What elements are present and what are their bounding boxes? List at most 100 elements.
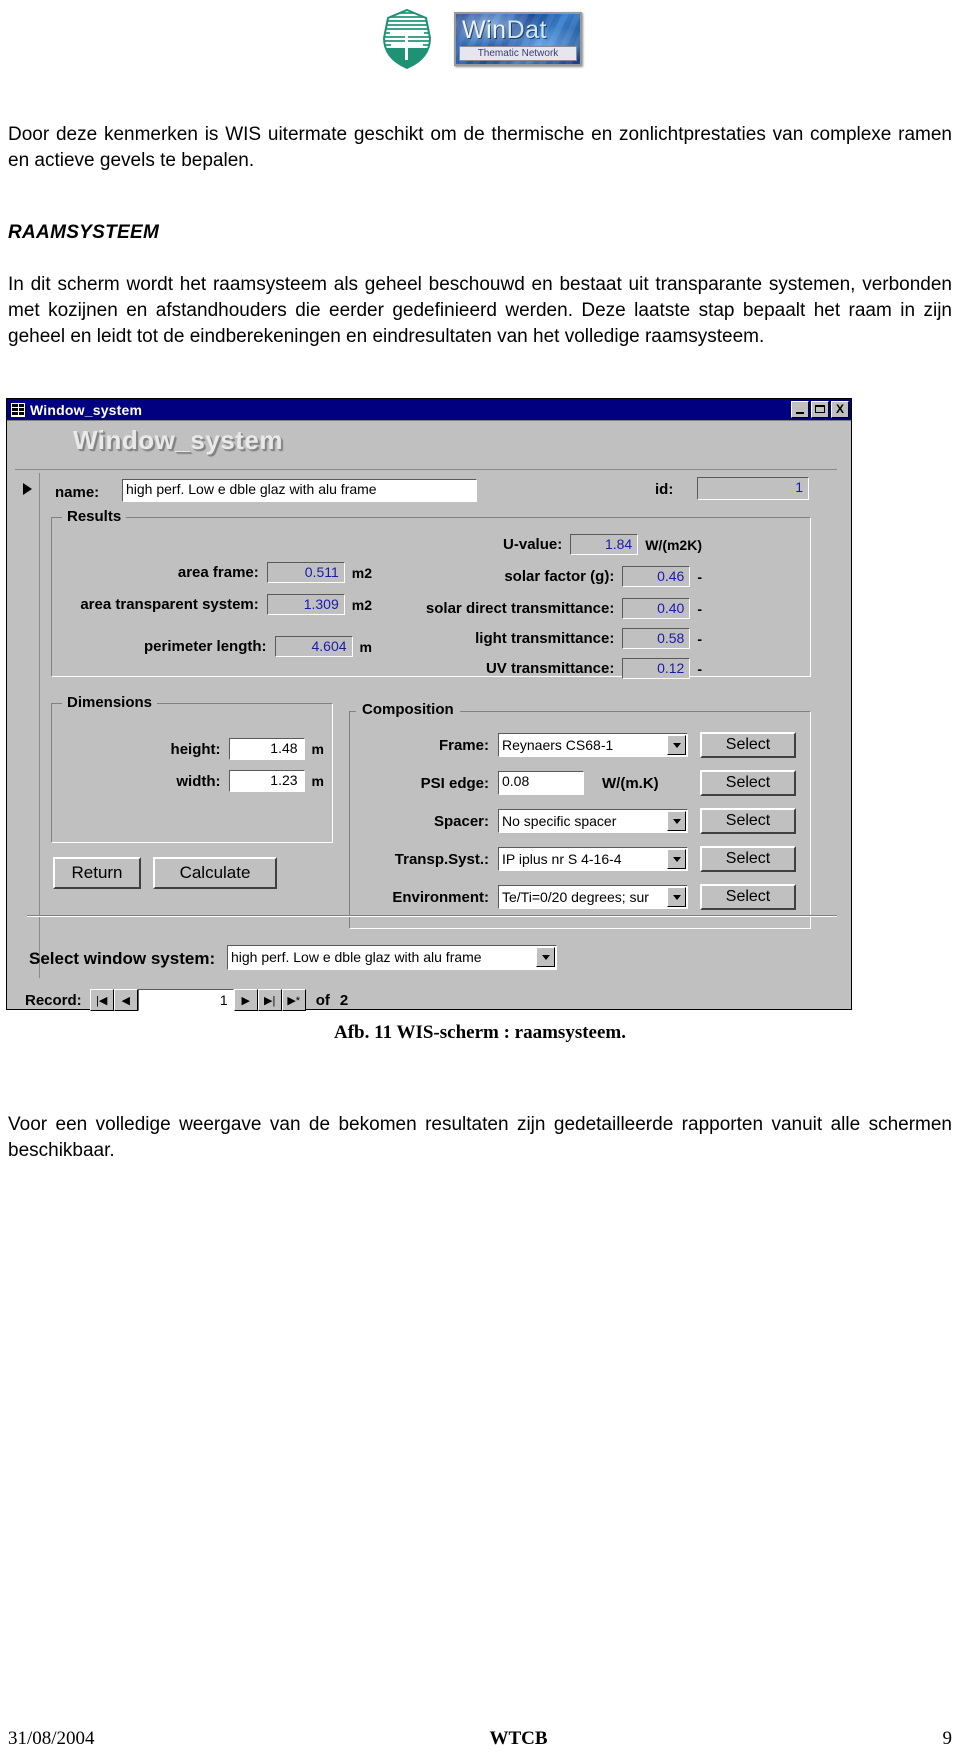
result-value: 4.604 [274, 636, 353, 657]
window-title: Window_system [30, 401, 143, 418]
record-total: 2 [339, 991, 349, 1009]
dimension-unit: m [311, 741, 324, 757]
select-spacer-button[interactable]: Select [700, 808, 796, 834]
result-row-solar-factor: solar factor (g): 0.46 - [382, 566, 702, 587]
environment-combobox[interactable]: Te/Ti=0/20 degrees; sur [498, 885, 688, 909]
result-label: solar direct transmittance: [425, 600, 615, 617]
name-input[interactable]: high perf. Low e dble glaz with alu fram… [122, 479, 477, 502]
form-title: Window_system [73, 425, 283, 455]
previous-record-button[interactable]: ◀ [113, 989, 138, 1011]
window-controls: X [791, 401, 849, 418]
minimize-button[interactable] [791, 401, 809, 418]
windat-logo: WinDat Thematic Network [454, 12, 582, 66]
width-input[interactable]: 1.23 [228, 770, 305, 792]
page-logo-header: WinDat Thematic Network [0, 8, 960, 70]
result-unit: m [359, 638, 372, 655]
id-value: 1 [697, 477, 809, 500]
result-row-light-transmittance: light transmittance: 0.58 - [382, 628, 702, 649]
result-value: 0.40 [622, 598, 691, 619]
result-value: 1.84 [570, 534, 639, 555]
result-label: U-value: [503, 536, 563, 553]
spacer-combobox[interactable]: No specific spacer [498, 809, 688, 833]
height-input[interactable]: 1.48 [228, 738, 305, 760]
last-record-button[interactable]: ▶| [257, 989, 282, 1011]
dimension-unit: m [311, 773, 324, 789]
window-system-application-window: Window_system X Window_system name: high… [6, 398, 852, 1011]
figure-caption: Afb. 11 WIS-scherm : raamsysteem. [334, 1022, 626, 1043]
chevron-down-icon[interactable] [667, 849, 686, 869]
composition-label: Transp.Syst.: [394, 850, 489, 868]
transparent-system-combobox-value: IP iplus nr S 4-16-4 [502, 851, 622, 867]
chevron-down-icon[interactable] [667, 811, 686, 831]
psi-edge-unit: W/(m.K) [602, 774, 659, 792]
result-value: 0.46 [622, 566, 691, 587]
result-row-area-frame: area frame: 0.511 m2 [62, 562, 372, 583]
record-number-input[interactable]: 1 [137, 989, 234, 1011]
transparent-system-combobox[interactable]: IP iplus nr S 4-16-4 [498, 847, 688, 871]
result-value: 0.12 [622, 658, 691, 679]
frame-combobox-value: Reynaers CS68-1 [502, 737, 614, 753]
chevron-down-icon[interactable] [536, 947, 555, 967]
close-button[interactable]: X [831, 401, 849, 418]
composition-row-psi-edge: PSI edge: 0.08 W/(m.K) Select [350, 770, 810, 796]
composition-label: Environment: [392, 888, 489, 906]
psi-edge-input[interactable]: 0.08 [498, 771, 584, 795]
select-psi-edge-button[interactable]: Select [700, 770, 796, 796]
windat-logo-win: Win [462, 16, 507, 44]
intro-paragraph: Door deze kenmerken is WIS uitermate ges… [8, 124, 952, 171]
results-group-title: Results [62, 508, 127, 525]
result-row-solar-direct-transmittance: solar direct transmittance: 0.40 - [382, 598, 702, 619]
select-environment-button[interactable]: Select [700, 884, 796, 910]
spacer-combobox-value: No specific spacer [502, 813, 617, 829]
result-row-perimeter-length: perimeter length: 4.604 m [62, 636, 372, 657]
record-label: Record: [25, 991, 82, 1009]
result-unit: W/(m2K) [645, 536, 702, 553]
result-label: light transmittance: [475, 630, 615, 647]
name-label: name: [55, 484, 100, 501]
dimension-label: width: [176, 772, 221, 790]
composition-label: PSI edge: [420, 774, 489, 792]
result-value: 0.58 [622, 628, 691, 649]
left-margin-divider [39, 473, 40, 978]
first-record-button[interactable]: |◀ [89, 989, 114, 1011]
window-menu-icon[interactable] [11, 402, 25, 417]
dimensions-group: Dimensions height: 1.48 m width: 1.23 m [51, 694, 333, 843]
dimension-row-height: height: 1.48 m [62, 738, 324, 760]
result-unit: - [697, 630, 702, 647]
calculate-button[interactable]: Calculate [153, 857, 277, 889]
next-record-button[interactable]: ▶ [233, 989, 258, 1011]
dimension-label: height: [170, 740, 221, 758]
result-unit: m2 [351, 596, 372, 613]
result-unit: - [697, 600, 702, 617]
result-label: area frame: [177, 564, 259, 581]
chevron-down-icon[interactable] [667, 887, 686, 907]
frame-combobox[interactable]: Reynaers CS68-1 [498, 733, 688, 757]
footer-date: 31/08/2004 [8, 1728, 95, 1749]
result-value: 1.309 [266, 594, 345, 615]
record-selector-arrow-icon[interactable] [17, 479, 37, 499]
select-window-system-value: high perf. Low e dble glaz with alu fram… [231, 949, 482, 965]
select-window-system-combobox[interactable]: high perf. Low e dble glaz with alu fram… [227, 945, 557, 970]
windat-logo-dat: Dat [506, 16, 547, 44]
window-client-area: Window_system name: high perf. Low e dbl… [7, 421, 851, 1011]
chevron-down-icon[interactable] [667, 735, 686, 755]
return-button[interactable]: Return [53, 857, 141, 889]
result-row-area-transparent-system: area transparent system: 1.309 m2 [62, 594, 372, 615]
composition-label: Spacer: [433, 812, 489, 830]
id-label: id: [655, 481, 674, 498]
windat-logo-title: WinDat [462, 15, 576, 45]
new-record-button[interactable]: ▶* [281, 989, 306, 1011]
header-divider [15, 469, 837, 470]
dimension-row-width: width: 1.23 m [62, 770, 324, 792]
result-row-u-value: U-value: 1.84 W/(m2K) [382, 534, 702, 555]
result-row-uv-transmittance: UV transmittance: 0.12 - [382, 658, 702, 679]
select-frame-button[interactable]: Select [700, 732, 796, 758]
environment-combobox-value: Te/Ti=0/20 degrees; sur [502, 889, 649, 905]
maximize-button[interactable] [811, 401, 829, 418]
bottom-divider [27, 915, 837, 917]
result-unit: m2 [351, 564, 372, 581]
result-label: perimeter length: [144, 638, 267, 655]
section-heading-raamsysteem: RAAMSYSTEEM [8, 222, 160, 243]
select-transparent-system-button[interactable]: Select [700, 846, 796, 872]
wtcb-logo [378, 8, 436, 70]
